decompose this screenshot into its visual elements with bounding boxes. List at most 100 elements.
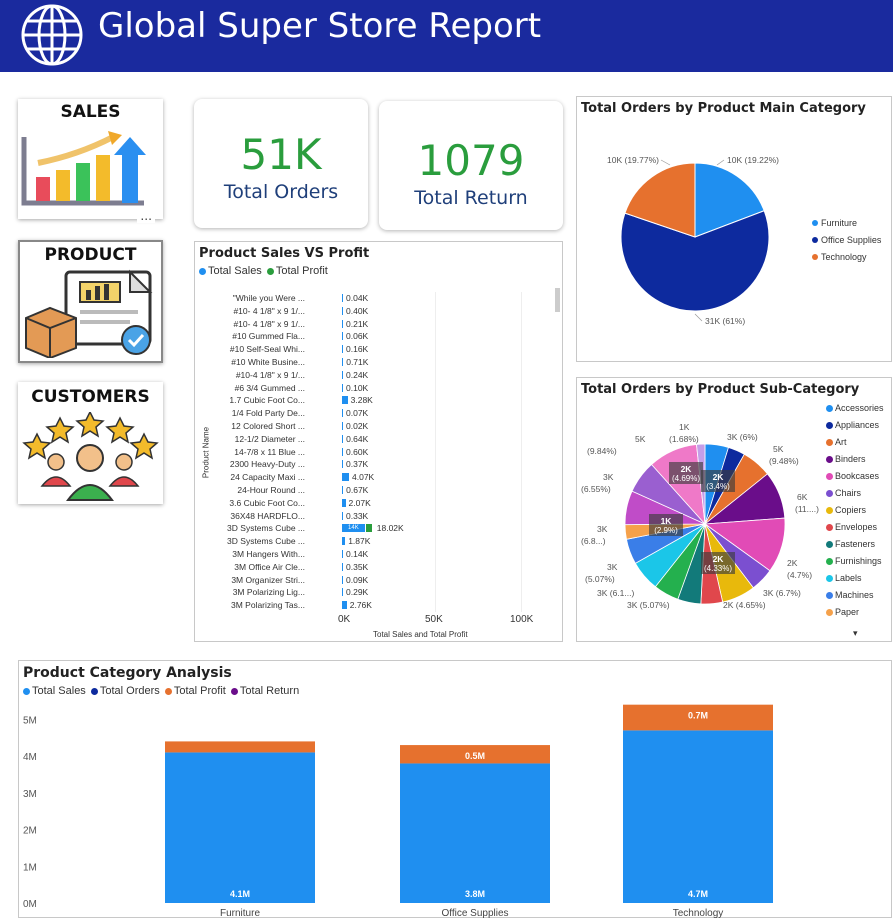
sub-legend-appliances[interactable]: Appliances [826,417,892,434]
product-name-12: 14-7/8 x 11 Blue ... [234,446,305,457]
product-row-18[interactable]: 14K 18.02K [342,522,557,535]
sales-data-label: 4.7M [688,889,708,899]
product-row-3[interactable]: 0.06K [342,330,557,343]
product-row-13[interactable]: 0.37K [342,458,557,471]
sub-legend-fasteners[interactable]: Fasteners [826,536,892,553]
sales-bar[interactable] [342,473,349,482]
sales-bar[interactable] [342,409,343,418]
product-row-22[interactable]: 0.09K [342,574,557,587]
sales-bar[interactable] [342,447,344,456]
product-row-15[interactable]: 0.67K [342,484,557,497]
product-row-23[interactable]: 0.29K [342,586,557,599]
legend-office-supplies: Office Supplies [821,235,882,245]
sales-value-label: 0.24K [346,369,369,380]
sub-legend-binders[interactable]: Binders [826,451,892,468]
sales-bar[interactable] [342,319,343,328]
sales-bar[interactable] [342,306,343,315]
bar-sales-furniture[interactable] [165,752,315,903]
sales-bar[interactable] [342,485,344,494]
product-name-2: #10- 4 1/8" x 9 1/... [233,318,305,329]
sub-legend-bookcases[interactable]: Bookcases [826,468,892,485]
product-row-1[interactable]: 0.40K [342,305,557,318]
nav-customers-button[interactable]: CUSTOMERS [18,382,163,504]
sales-bar[interactable] [342,421,343,430]
main-category-panel[interactable]: Total Orders by Product Main Category 10… [576,96,892,362]
sub-legend-furnishings[interactable]: Furnishings [826,553,892,570]
sales-bar[interactable] [342,549,343,558]
scrollbar[interactable] [555,288,560,312]
bar-profit-furniture[interactable] [165,741,315,753]
sub-inner-label-1: 2K [713,472,725,482]
product-row-4[interactable]: 0.16K [342,343,557,356]
sales-value-label: 0.09K [346,574,369,585]
product-row-17[interactable]: 0.33K [342,510,557,523]
product-row-19[interactable]: 1.87K [342,535,557,548]
sales-bar[interactable] [342,332,343,341]
product-name-list: "While you Were ... #10- 4 1/8" x 9 1/...… [205,292,305,612]
sub-outer-label-18: (6.55%) [581,484,611,494]
product-row-20[interactable]: 0.14K [342,548,557,561]
product-name-13: 2300 Heavy-Duty ... [229,459,305,470]
category-label: Technology [673,908,724,919]
product-row-12[interactable]: 0.60K [342,446,557,459]
sub-outer-label-2: 3K (6%) [727,432,758,442]
product-row-24[interactable]: 2.76K [342,599,557,612]
more-options-icon[interactable]: ... [137,207,155,223]
profit-bar[interactable] [365,524,372,533]
sub-category-panel[interactable]: Total Orders by Product Sub-Category 1K(… [576,377,892,642]
category-analysis-panel[interactable]: Product Category Analysis Total Sales To… [18,660,892,919]
product-row-16[interactable]: 2.07K [342,497,557,510]
sub-legend-chairs[interactable]: Chairs [826,485,892,502]
product-row-6[interactable]: 0.24K [342,369,557,382]
sales-value-label: 0.06K [346,331,369,342]
sales-bar[interactable] [342,562,343,571]
product-row-10[interactable]: 0.02K [342,420,557,433]
y-tick-1: 1M [23,862,37,873]
product-row-14[interactable]: 4.07K [342,471,557,484]
sales-bar[interactable]: 14K [342,524,365,533]
product-row-8[interactable]: 3.28K [342,394,557,407]
sub-legend-accessories[interactable]: Accessories [826,400,892,417]
bar-sales-office-supplies[interactable] [400,763,550,903]
sales-bar[interactable] [342,511,343,520]
sales-bar[interactable] [342,396,348,405]
sales-value-label: 0.14K [346,548,369,559]
product-row-11[interactable]: 0.64K [342,433,557,446]
sales-value-label: 0.35K [346,561,369,572]
sub-inner-label-2: 1K [661,516,673,526]
sales-bar[interactable] [342,345,343,354]
sales-bar[interactable] [342,588,343,597]
sales-bar[interactable] [342,460,343,469]
sales-bar[interactable] [342,434,344,443]
sales-bar[interactable] [342,537,346,546]
sub-legend-art[interactable]: Art [826,434,892,451]
sales-bar[interactable] [342,294,343,302]
legend-more-icon[interactable]: ▾ [853,628,858,639]
customers-rating-icon [22,412,159,501]
sub-legend-machines[interactable]: Machines [826,587,892,604]
sales-bar[interactable] [342,357,344,366]
sub-legend-paper[interactable]: Paper [826,604,892,621]
product-name-18: 3D Systems Cube ... [227,523,305,534]
bar-sales-technology[interactable] [623,730,773,903]
product-row-0[interactable]: 0.04K [342,292,557,305]
sub-legend-envelopes[interactable]: Envelopes [826,519,892,536]
sales-bar[interactable] [342,383,343,392]
sales-bar[interactable] [342,370,343,379]
sales-profit-panel[interactable]: Product Sales VS Profit Total Sales Tota… [194,241,563,642]
product-row-21[interactable]: 0.35K [342,561,557,574]
sales-value-label: 3.28K [350,395,373,406]
sales-bar[interactable] [342,575,343,584]
sales-bar[interactable] [342,601,347,610]
sub-legend-labels[interactable]: Labels [826,570,892,587]
nav-sales-button[interactable]: SALES ... [18,99,163,223]
main-category-title: Total Orders by Product Main Category [581,101,866,116]
sub-inner-pct-0: (4.69%) [672,474,700,483]
product-row-5[interactable]: 0.71K [342,356,557,369]
sub-legend-copiers[interactable]: Copiers [826,502,892,519]
product-row-9[interactable]: 0.07K [342,407,557,420]
sales-bar[interactable] [342,498,346,507]
product-row-2[interactable]: 0.21K [342,318,557,331]
product-row-7[interactable]: 0.10K [342,382,557,395]
nav-product-button[interactable]: PRODUCT [18,240,163,363]
